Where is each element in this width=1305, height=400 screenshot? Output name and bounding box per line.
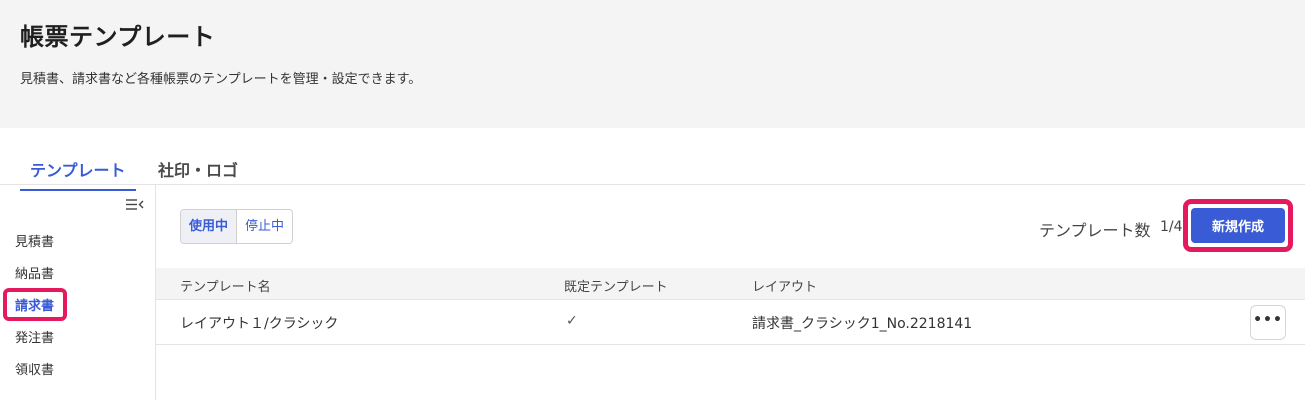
new-template-button[interactable]: 新規作成 (1191, 208, 1285, 243)
cell-template-name: レイアウト１/クラシック (180, 316, 339, 332)
sidebar: 見積書 納品書 請求書 発注書 領収書 (0, 185, 156, 400)
filter-active-button[interactable]: 使用中 (181, 210, 238, 243)
sidebar-item-invoice[interactable]: 請求書 (15, 295, 54, 314)
table-row[interactable]: レイアウト１/クラシック ✓ 請求書_クラシック1_No.2218141 ••• (156, 300, 1305, 345)
template-count-label: テンプレート数 (1039, 221, 1151, 240)
column-header-name: テンプレート名 (180, 280, 271, 295)
column-header-default: 既定テンプレート (564, 280, 668, 295)
status-filter: 使用中 停止中 (180, 209, 294, 244)
collapse-sidebar-icon[interactable] (125, 197, 145, 213)
filter-inactive-button[interactable]: 停止中 (237, 210, 292, 243)
tab-bar: テンプレート 社印・ロゴ (0, 128, 1305, 191)
table-header: テンプレート名 既定テンプレート レイアウト (156, 268, 1305, 300)
template-count-value: 1/4 (1160, 219, 1183, 235)
page-header: 帳票テンプレート 見積書、請求書など各種帳票のテンプレートを管理・設定できます。 (0, 0, 1305, 128)
sidebar-item-estimate[interactable]: 見積書 (15, 231, 54, 250)
sidebar-item-delivery[interactable]: 納品書 (15, 263, 54, 282)
cell-layout: 請求書_クラシック1_No.2218141 (752, 316, 973, 332)
more-options-button[interactable]: ••• (1250, 305, 1286, 340)
column-header-layout: レイアウト (752, 280, 818, 295)
page-title: 帳票テンプレート (20, 23, 216, 51)
tab-seal-logo[interactable]: 社印・ロゴ (158, 157, 238, 189)
sidebar-item-receipt[interactable]: 領収書 (15, 359, 54, 378)
page-description: 見積書、請求書など各種帳票のテンプレートを管理・設定できます。 (20, 72, 422, 87)
sidebar-item-purchase-order[interactable]: 発注書 (15, 327, 54, 346)
default-check-icon: ✓ (566, 313, 578, 329)
